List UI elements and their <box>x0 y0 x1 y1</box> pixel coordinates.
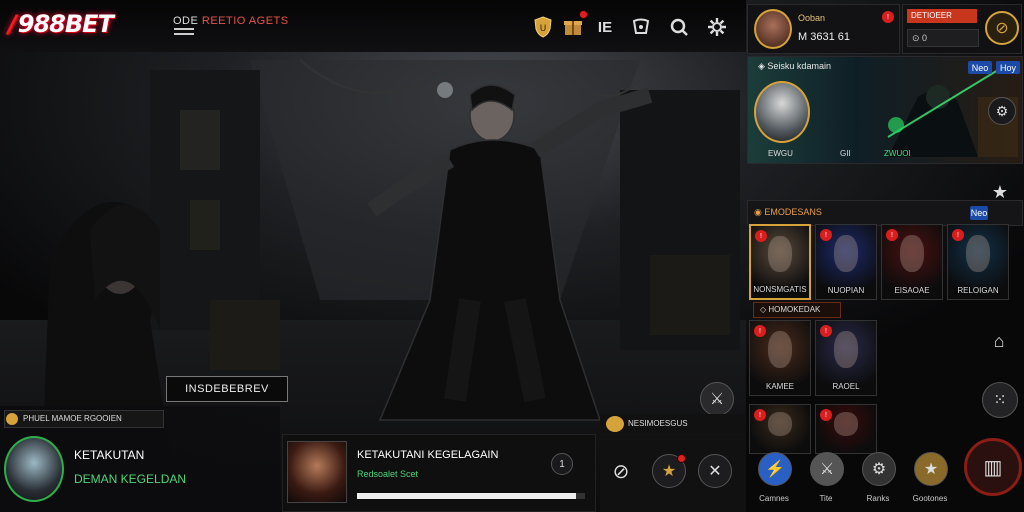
gold-coin-icon[interactable]: ⊘ <box>985 11 1019 45</box>
bottom-left-title: KETAKUTAN <box>74 448 145 462</box>
medal-icon: ★ <box>914 452 948 486</box>
character-name: RELOIGAN <box>957 286 999 295</box>
character-badge: ! <box>755 230 767 242</box>
sword-icon: ⚔ <box>810 452 844 486</box>
character-card[interactable]: EISAOAE! <box>881 224 943 300</box>
featured-hero-avatar[interactable] <box>754 81 810 143</box>
characters-header-label: ◉ EMODESANS <box>754 207 822 217</box>
character-row-2: KAMEE! RAOEL! <box>749 320 949 398</box>
character-card[interactable]: KAMEE! <box>749 320 811 396</box>
scene-caption: INSDEBEBREV <box>166 376 288 402</box>
character-row-1: NONSMGATIS! NUOPIAN! EISAOAE! RELOIGAN! <box>749 224 1024 302</box>
svg-text:U: U <box>540 24 547 34</box>
bottom-nav-label: Ranks <box>866 494 890 503</box>
character-badge: ! <box>952 229 964 241</box>
character-name: RAOEL <box>832 382 860 391</box>
character-portrait <box>834 235 858 273</box>
character-badge: ! <box>754 325 766 337</box>
featured-badge-hot: Hoy <box>996 61 1020 74</box>
mail-icon[interactable] <box>626 12 656 42</box>
bottom-nav: ⚡ Camnes ⚔ Tite ⚙ Ranks ★ Gootones <box>748 442 960 512</box>
now-playing-thumbnail <box>287 441 347 503</box>
profile-panel[interactable]: Ooban M 3631 61 ! <box>747 4 900 54</box>
character-portrait <box>834 411 858 436</box>
bottom-left-label: PHUEL MAMOE RGOOIEN <box>4 410 164 428</box>
character-portrait <box>834 331 858 369</box>
character-portrait <box>768 331 792 369</box>
coin-icon <box>6 413 18 425</box>
gift-icon[interactable] <box>558 10 588 42</box>
hamburger-menu-icon[interactable] <box>174 28 194 40</box>
home-icon[interactable]: ⌂ <box>984 326 1014 356</box>
now-playing-panel[interactable]: KETAKUTANI KEGELAGAIN Redsoalet Scet 1 <box>282 434 596 512</box>
now-playing-subtitle: Redsoalet Scet <box>357 469 419 479</box>
grid-menu-icon[interactable]: ⁙ <box>982 382 1018 418</box>
character-card[interactable]: NUOPIAN! <box>815 224 877 300</box>
avatar[interactable] <box>754 9 792 49</box>
search-icon[interactable] <box>664 12 694 42</box>
bottom-nav-label: Camnes <box>759 494 789 503</box>
featured-badge-new: Neo <box>968 61 992 74</box>
character-card[interactable]: RAOEL! <box>815 320 877 396</box>
brand-logo[interactable]: /988BET <box>8 10 158 46</box>
bottom-nav-label: Gootones <box>912 494 948 503</box>
featured-label-3: ZWUOI <box>884 149 911 158</box>
characters-subheader: ◇ HOMOKEDAK <box>753 302 841 318</box>
progress-fill <box>357 493 576 499</box>
characters-header: ◉ EMODESANS Neo <box>747 200 1023 226</box>
settings-icon[interactable] <box>702 12 732 42</box>
featured-label-2: GII <box>840 149 851 158</box>
section-coin-icon <box>606 416 624 432</box>
featured-panel[interactable]: ◈ Seisku kdamain Neo Hoy EWGU GII ZWUOI … <box>747 56 1023 164</box>
character-card[interactable]: NONSMGATIS! <box>749 224 811 300</box>
crossed-swords-icon[interactable]: ⚔ <box>700 382 734 416</box>
character-name: NUOPIAN <box>827 286 865 295</box>
bottom-left-subtitle: DEMAN KEGELDAN <box>74 472 187 486</box>
balance-field: ⊙ 0 <box>907 29 979 47</box>
profile-level: Ooban <box>798 13 826 23</box>
character-badge: ! <box>820 409 832 421</box>
compass-icon[interactable]: ⊘ <box>606 456 636 486</box>
character-name: EISAOAE <box>894 286 930 295</box>
bottom-nav-item[interactable]: ⚡ Camnes <box>748 448 800 508</box>
bottom-left-panel: PHUEL MAMOE RGOOIEN KETAKUTAN DEMAN KEGE… <box>0 406 280 512</box>
gear-icon: ⚙ <box>862 452 896 486</box>
profile-stats: M 3631 61 <box>798 31 850 43</box>
character-badge: ! <box>820 229 832 241</box>
bottom-nav-item[interactable]: ★ Gootones <box>904 448 956 508</box>
character-name: NONSMGATIS <box>753 285 807 294</box>
character-card[interactable]: RELOIGAN! <box>947 224 1009 300</box>
character-badge: ! <box>886 229 898 241</box>
character-badge: ! <box>820 325 832 337</box>
building-icon[interactable]: IE <box>590 12 620 42</box>
bottom-nav-label: Tite <box>819 494 833 503</box>
bottom-nav-item[interactable]: ⚔ Tite <box>800 448 852 508</box>
crossed-tools-icon[interactable]: ✕ <box>698 454 732 488</box>
featured-title: ◈ Seisku kdamain <box>758 61 831 71</box>
top-menu-label: ODE REETIO AGETS <box>173 15 289 27</box>
now-playing-count[interactable]: 1 <box>551 453 573 475</box>
character-portrait <box>768 236 792 273</box>
player-avatar[interactable] <box>4 436 64 502</box>
shield-icon[interactable]: U <box>528 12 558 42</box>
character-badge: ! <box>754 409 766 421</box>
character-name: KAMEE <box>765 382 794 391</box>
now-playing-title: KETAKUTANI KEGELAGAIN <box>357 449 499 461</box>
character-portrait <box>768 411 792 436</box>
currency-panel[interactable]: DETIOEER ⊙ 0 ⊘ <box>902 4 1022 54</box>
top-bar: /988BET ODE REETIO AGETS U IE <box>0 0 746 52</box>
star-icon[interactable]: ★ <box>652 454 686 488</box>
book-menu-button[interactable]: ▥ <box>964 438 1022 496</box>
lightning-icon: ⚡ <box>758 452 792 486</box>
characters-badge: Neo <box>970 206 988 220</box>
action-panel: ⊘ ★ ✕ <box>600 436 746 512</box>
progress-track <box>357 493 585 499</box>
rank-label: DETIOEER <box>907 9 977 23</box>
featured-settings-icon[interactable]: ⚙ <box>988 97 1016 125</box>
notification-badge: ! <box>882 11 894 23</box>
character-portrait <box>966 235 990 273</box>
character-portrait <box>900 235 924 273</box>
featured-label-1: EWGU <box>768 149 793 158</box>
bottom-nav-item[interactable]: ⚙ Ranks <box>852 448 904 508</box>
